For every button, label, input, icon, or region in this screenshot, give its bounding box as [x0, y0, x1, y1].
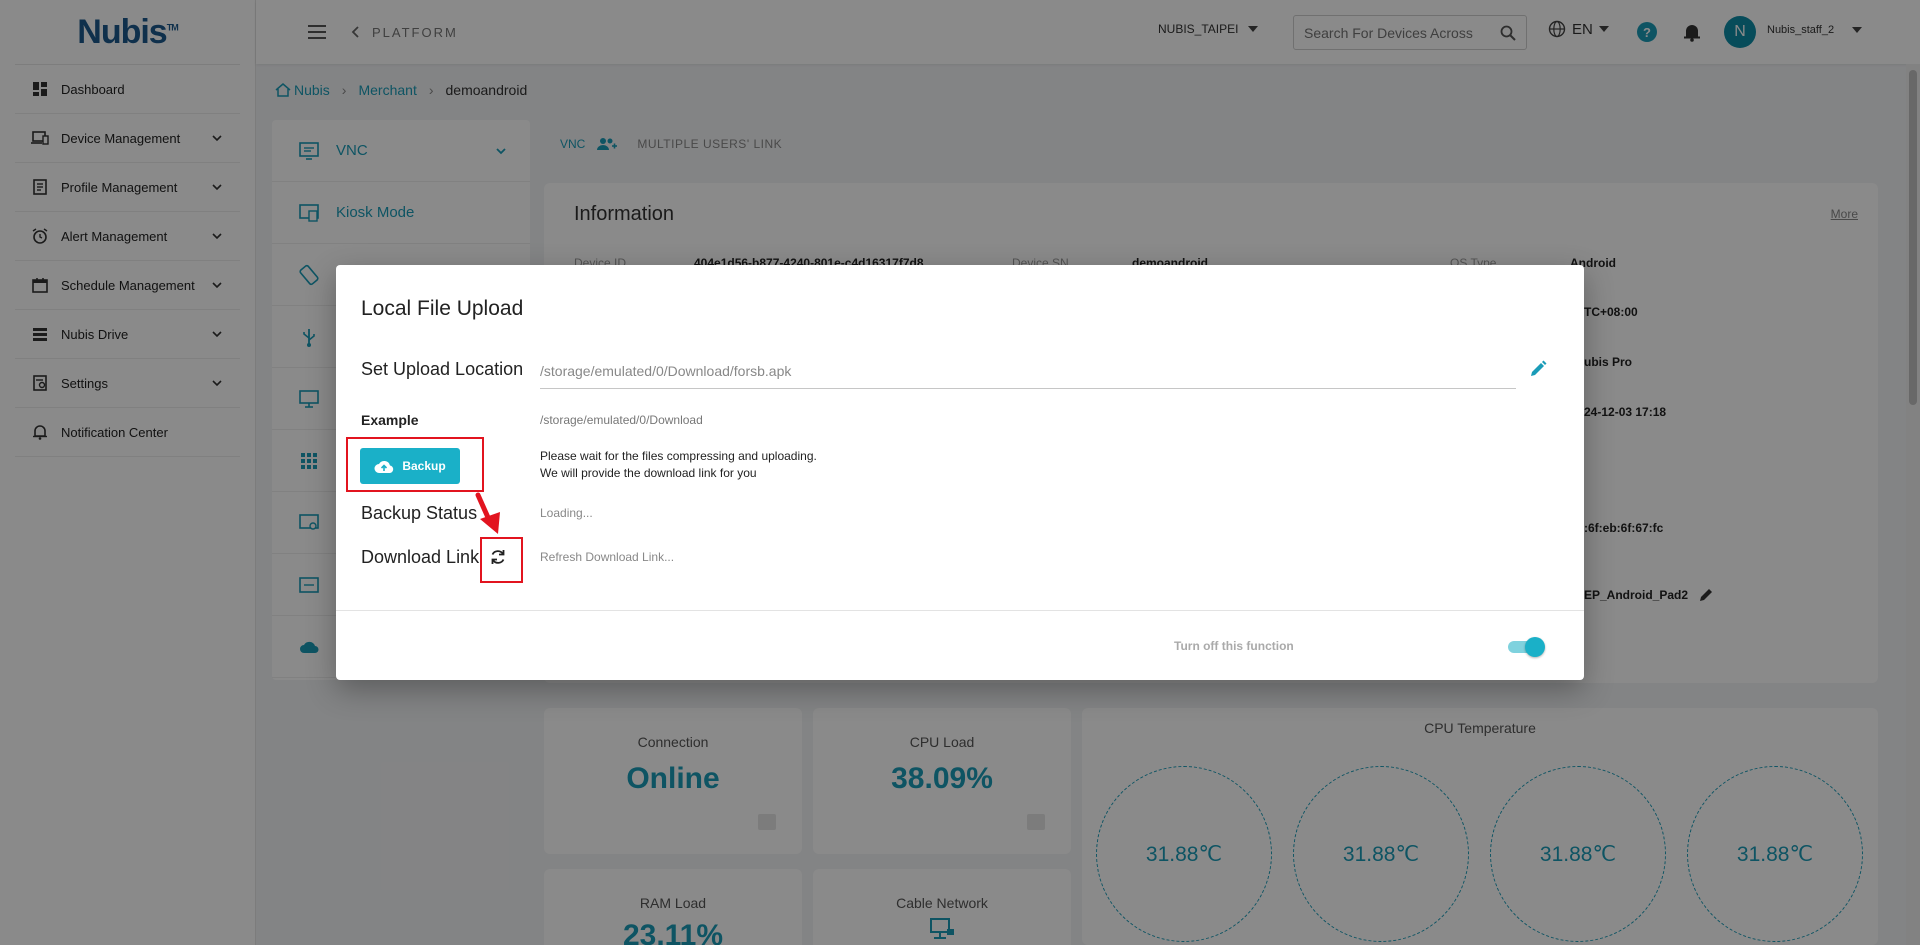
toggle-knob: [1525, 637, 1545, 657]
local-file-upload-dialog: Local File Upload Set Upload Location Ex…: [336, 265, 1584, 680]
upload-location-input[interactable]: [540, 353, 1516, 388]
example-label: Example: [361, 412, 419, 428]
download-link-label: Download Link: [361, 547, 480, 567]
backup-highlight-box: [346, 437, 484, 492]
backup-message-line2: We will provide the download link for yo…: [540, 466, 757, 480]
turn-off-label: Turn off this function: [1174, 639, 1294, 653]
annotation-arrow: [475, 492, 500, 534]
refresh-highlight-box: [480, 537, 523, 583]
example-value: /storage/emulated/0/Download: [540, 413, 703, 427]
backup-message-line1: Please wait for the files compressing an…: [540, 449, 817, 463]
backup-status-label: Backup Status: [361, 503, 478, 523]
function-toggle[interactable]: [1508, 636, 1546, 658]
backup-status-value: Loading...: [540, 506, 593, 520]
dialog-title: Local File Upload: [361, 297, 524, 320]
upload-location-label: Set Upload Location: [361, 359, 524, 379]
download-link-value: Refresh Download Link...: [540, 550, 675, 564]
pencil-icon: [1531, 360, 1547, 376]
dialog-divider: [336, 610, 1584, 611]
edit-location-button[interactable]: [1527, 358, 1549, 380]
upload-location-field[interactable]: [540, 353, 1516, 389]
